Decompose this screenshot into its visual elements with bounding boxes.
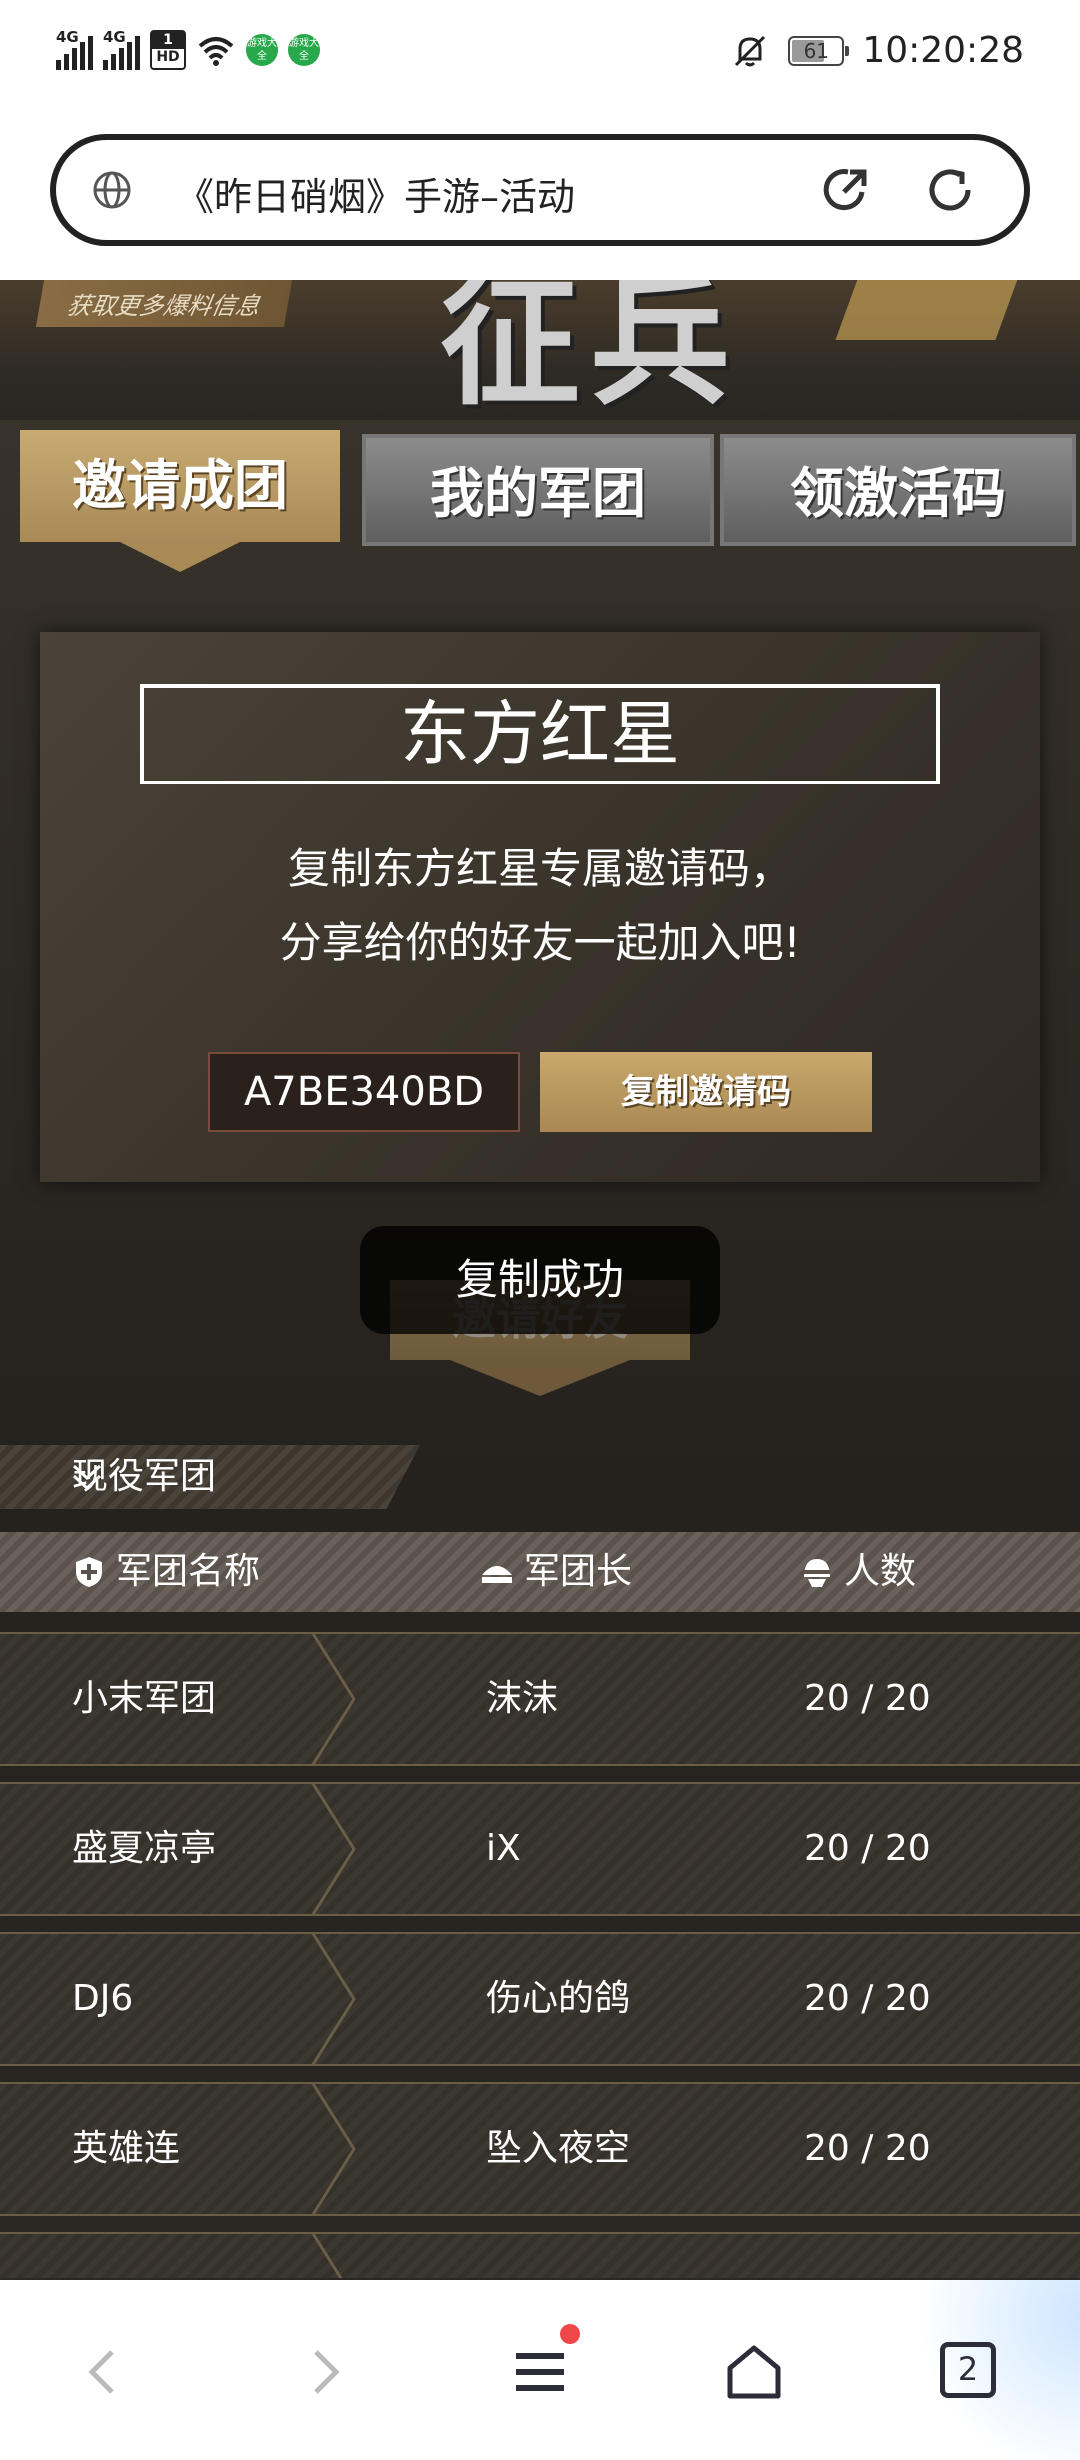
row-divider-arrow	[310, 1632, 356, 1766]
legion-name: 小末军团	[72, 1678, 217, 1719]
game-app-badge-icon-2: 游戏大全	[288, 34, 320, 66]
toast-message: 复制成功	[360, 1226, 720, 1334]
tabs-count-button[interactable]: 2	[940, 2342, 996, 2398]
legion-row-partial[interactable]	[0, 2232, 1080, 2278]
status-left: 4G 4G 1 HD 游戏大全 游戏大全	[56, 28, 320, 70]
network-type-2: 4G	[103, 28, 126, 46]
event-banner: 获取更多爆料信息 征兵	[0, 280, 1080, 420]
reload-icon[interactable]	[922, 162, 978, 218]
home-icon[interactable]	[722, 2340, 786, 2404]
copy-invite-code-button[interactable]: 复制邀请码	[540, 1052, 872, 1132]
browser-bottom-nav: 2	[0, 2280, 1080, 2460]
clock: 10:20:28	[862, 30, 1024, 71]
legion-leader: 坠入夜空	[486, 2128, 631, 2169]
hd-label: HD	[156, 49, 180, 65]
wifi-icon	[198, 37, 234, 66]
shield-icon	[76, 1557, 102, 1587]
battery-level: 61	[803, 38, 830, 63]
section-active-legions: 现役军团	[0, 1445, 420, 1509]
legion-members: 20 / 20	[804, 1978, 931, 2019]
sim-number: 1	[152, 32, 184, 49]
legion-members: 20 / 20	[804, 2128, 931, 2169]
invite-desc-line1: 复制东方红星专属邀请码，	[287, 844, 792, 893]
column-legion-name: 军团名称	[72, 1532, 260, 1612]
row-divider-arrow	[310, 1932, 356, 2066]
banner-headline: 征兵	[440, 280, 741, 420]
legion-name: 盛夏凉亭	[72, 1828, 217, 1869]
mute-bell-icon	[735, 35, 766, 66]
row-divider-arrow	[310, 1782, 356, 1916]
page-title[interactable]: 《昨日硝烟》手游–活动	[176, 166, 575, 221]
invite-desc-line2: 分享给你的好友一起加入吧!	[279, 918, 801, 967]
row-divider-arrow	[310, 2082, 356, 2216]
banner-tag[interactable]: 获取更多爆料信息	[35, 280, 293, 327]
address-bar[interactable]: 《昨日硝烟》手游–活动	[50, 134, 1030, 246]
banner-decoration	[835, 280, 1025, 340]
legion-members: 20 / 20	[804, 1678, 931, 1719]
invite-description: 复制东方红星专属邀请码， 分享给你的好友一起加入吧!	[40, 832, 1040, 980]
legion-row[interactable]: 小末军团 沫沫 20 / 20	[0, 1632, 1080, 1766]
battery-icon: 61	[788, 35, 850, 66]
signal-icon-2: 4G	[103, 28, 140, 70]
back-icon[interactable]	[72, 2340, 136, 2404]
legion-row[interactable]: 盛夏凉亭 iX 20 / 20	[0, 1782, 1080, 1916]
column-members-label: 人数	[844, 1551, 917, 1592]
tab-my-legion[interactable]: 我的军团	[362, 434, 714, 546]
legion-name: 英雄连	[72, 2128, 181, 2169]
hd-icon: 1 HD	[150, 30, 186, 70]
column-leader: 军团长	[480, 1532, 632, 1612]
column-leader-label: 军团长	[524, 1551, 633, 1592]
tab-activation-code[interactable]: 领激活码	[720, 434, 1076, 546]
browser-toolbar: 《昨日硝烟》手游–活动	[0, 110, 1080, 280]
legion-leader: iX	[486, 1828, 521, 1869]
network-type-1: 4G	[56, 28, 79, 46]
game-app-badge-icon: 游戏大全	[246, 34, 278, 66]
row-divider-arrow	[310, 2232, 343, 2278]
signal-icon: 4G	[56, 28, 93, 70]
invite-card: 东方红星 复制东方红星专属邀请码， 分享给你的好友一起加入吧! A7BE340B…	[40, 632, 1040, 1182]
legion-row[interactable]: 英雄连 坠入夜空 20 / 20	[0, 2082, 1080, 2216]
globe-icon	[93, 171, 131, 209]
chevron-down-icon	[72, 1464, 102, 1491]
helmet-icon	[804, 1559, 830, 1587]
notification-dot	[560, 2324, 580, 2344]
legion-table-header: 军团名称 军团长 人数	[0, 1532, 1080, 1612]
share-icon[interactable]	[818, 162, 874, 218]
officer-cap-icon	[482, 1566, 512, 1583]
menu-icon[interactable]	[508, 2340, 572, 2404]
legion-members: 20 / 20	[804, 1828, 931, 1869]
tab-invite-team[interactable]: 邀请成团	[20, 430, 340, 572]
legion-name: DJ6	[72, 1978, 134, 2019]
web-page: 获取更多爆料信息 征兵 邀请成团 我的军团 领激活码 东方红星 复制东方红星专属…	[0, 280, 1080, 2278]
forward-icon[interactable]	[292, 2340, 356, 2404]
status-bar: 4G 4G 1 HD 游戏大全 游戏大全 61 10:20:28	[0, 0, 1080, 110]
column-members: 人数	[800, 1532, 916, 1612]
legion-leader: 沫沫	[486, 1678, 559, 1719]
invite-code[interactable]: A7BE340BD	[208, 1052, 520, 1132]
legion-row[interactable]: DJ6 伤心的鸽 20 / 20	[0, 1932, 1080, 2066]
status-right: 61 10:20:28	[730, 30, 1024, 71]
legion-leader: 伤心的鸽	[486, 1978, 631, 2019]
tab-bar: 邀请成团 我的军团 领激活码	[0, 430, 1080, 572]
column-legion-name-label: 军团名称	[116, 1551, 261, 1592]
legion-name-title: 东方红星	[400, 693, 680, 775]
